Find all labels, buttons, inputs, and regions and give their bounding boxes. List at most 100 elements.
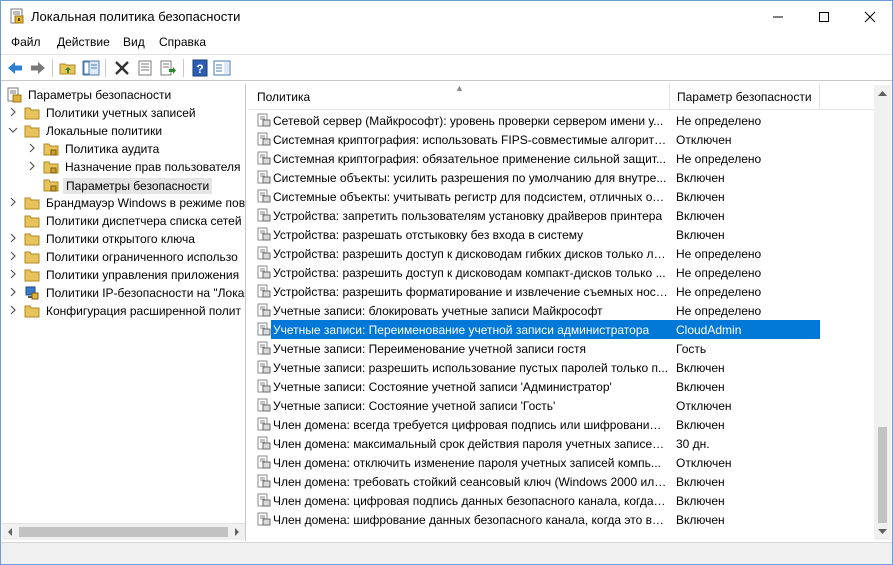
policy-row[interactable]: Системная криптография: обязательное при… <box>249 149 874 168</box>
delete-icon[interactable] <box>113 59 131 77</box>
menu-action[interactable]: Действие <box>57 35 110 49</box>
help-icon[interactable]: ? <box>191 59 209 77</box>
chevron-right-icon[interactable] <box>8 269 18 279</box>
show-hide-tree-icon[interactable] <box>82 59 100 77</box>
close-icon <box>864 11 876 23</box>
policy-name: Системные объекты: учитывать регистр для… <box>273 190 668 204</box>
policy-name: Системная криптография: использовать FIP… <box>273 133 668 147</box>
chevron-right-icon[interactable] <box>8 251 18 261</box>
policy-row[interactable]: Учетные записи: Состояние учетной записи… <box>249 396 874 415</box>
tree-label: Политики ограниченного использо <box>46 250 238 264</box>
tree-item-firewall[interactable]: Брандмауэр Windows в режиме пов <box>2 194 246 212</box>
list-vertical-scrollbar[interactable] <box>874 85 891 540</box>
tree-item-public-key[interactable]: Политики открытого ключа <box>2 230 245 248</box>
close-button[interactable] <box>847 1 893 31</box>
policy-row[interactable]: Устройства: разрешить доступ к дисковода… <box>249 244 874 263</box>
tree-label: Брандмауэр Windows в режиме пов <box>46 196 246 210</box>
policy-row[interactable]: Системные объекты: усилить разрешения по… <box>249 168 874 187</box>
scroll-up-icon[interactable] <box>878 90 887 96</box>
status-bar <box>1 542 892 564</box>
policy-row[interactable]: Устройства: разрешить доступ к дисковода… <box>249 263 874 282</box>
tree-horizontal-scrollbar[interactable] <box>2 523 245 540</box>
svg-text:?: ? <box>196 62 203 76</box>
tree-item-audit-policy[interactable]: Политика аудита <box>2 140 245 158</box>
policy-name: Член домена: отключить изменение пароля … <box>273 456 661 470</box>
tree-label: Политики учетных записей <box>46 106 196 120</box>
policy-row[interactable]: Член домена: отключить изменение пароля … <box>249 453 874 472</box>
tree-label: Политики IP-безопасности на "Лока <box>46 286 245 300</box>
tree-item-app-control[interactable]: Политики управления приложения <box>2 266 245 284</box>
chevron-down-icon[interactable] <box>8 125 18 135</box>
policy-row[interactable]: Учетные записи: Состояние учетной записи… <box>249 377 874 396</box>
tree-item-advanced-audit[interactable]: Конфигурация расширенной полит <box>2 302 245 320</box>
toolbar-separator <box>105 59 106 77</box>
action-pane-icon[interactable] <box>213 59 231 77</box>
column-divider[interactable] <box>819 84 820 110</box>
policy-row[interactable]: Член домена: шифрование данных безопасно… <box>249 510 874 529</box>
policy-row[interactable]: Сетевой сервер (Майкрософт): уровень про… <box>249 111 874 130</box>
scrollbar-thumb[interactable] <box>19 527 228 537</box>
column-policy[interactable]: Политика <box>257 90 310 104</box>
chevron-right-icon[interactable] <box>8 107 18 117</box>
policy-name: Учетные записи: Переименование учетной з… <box>273 323 650 337</box>
menu-view[interactable]: Вид <box>123 35 145 49</box>
policy-row[interactable]: Устройства: запретить пользователям уста… <box>249 206 874 225</box>
policy-name: Учетные записи: разрешить использование … <box>273 361 668 375</box>
policy-row[interactable]: Устройства: разрешать отстыковку без вхо… <box>249 225 874 244</box>
policy-value: Не определено <box>676 247 762 261</box>
tree-item-software-restriction[interactable]: Политики ограниченного использо <box>2 248 245 266</box>
tree-item-security-options[interactable]: Параметры безопасности <box>2 176 245 194</box>
export-list-icon[interactable] <box>159 59 177 77</box>
menu-file[interactable]: Файл <box>11 35 41 49</box>
folder-icon <box>24 269 40 282</box>
scroll-left-icon[interactable] <box>6 528 14 536</box>
column-divider[interactable] <box>669 84 670 110</box>
toolbar: ? <box>1 54 892 81</box>
policy-setting-icon <box>257 284 271 298</box>
policy-setting-icon <box>257 341 271 355</box>
chevron-right-icon[interactable] <box>8 197 18 207</box>
forward-arrow-icon[interactable] <box>29 59 47 77</box>
minimize-button[interactable] <box>755 1 801 31</box>
policy-row[interactable]: Учетные записи: блокировать учетные запи… <box>249 301 874 320</box>
title-bar[interactable]: Локальная политика безопасности <box>1 1 892 32</box>
policy-row[interactable]: Системная криптография: использовать FIP… <box>249 130 874 149</box>
scrollbar-thumb[interactable] <box>878 427 887 523</box>
policy-row[interactable]: Член домена: требовать стойкий сеансовый… <box>249 472 874 491</box>
policy-row[interactable]: Учетные записи: разрешить использование … <box>249 358 874 377</box>
chevron-right-icon[interactable] <box>27 143 37 153</box>
policy-row[interactable]: Член домена: максимальный срок действия … <box>249 434 874 453</box>
chevron-right-icon[interactable] <box>8 233 18 243</box>
chevron-right-icon[interactable] <box>8 305 18 315</box>
policy-row[interactable]: Учетные записи: Переименование учетной з… <box>249 339 874 358</box>
maximize-button[interactable] <box>801 1 847 31</box>
folder-icon <box>24 215 40 228</box>
scroll-right-icon[interactable] <box>233 528 241 536</box>
policy-value: Включен <box>676 228 725 242</box>
policy-row[interactable]: Системные объекты: учитывать регистр для… <box>249 187 874 206</box>
policy-name: Устройства: запретить пользователям уста… <box>273 209 663 223</box>
properties-icon[interactable] <box>136 59 154 77</box>
tree-item-ip-security[interactable]: Политики IP-безопасности на "Лока <box>2 284 245 302</box>
scroll-down-icon[interactable] <box>878 529 887 535</box>
policy-row[interactable]: Устройства: разрешить форматирование и и… <box>249 282 874 301</box>
toolbar-separator <box>52 59 53 77</box>
sort-up-icon: ▲ <box>455 84 464 93</box>
tree-item-local-policies[interactable]: Локальные политики <box>2 122 245 140</box>
policy-row[interactable]: Учетные записи: Переименование учетной з… <box>249 320 874 339</box>
tree-root[interactable]: Параметры безопасности <box>2 86 245 104</box>
policy-row[interactable]: Член домена: всегда требуется цифровая п… <box>249 415 874 434</box>
chevron-right-icon[interactable] <box>27 161 37 171</box>
chevron-right-icon[interactable] <box>8 287 18 297</box>
menu-help[interactable]: Справка <box>159 35 206 49</box>
tree-item-user-rights[interactable]: Назначение прав пользователя <box>2 158 245 176</box>
column-security-setting[interactable]: Параметр безопасности <box>677 90 812 104</box>
tree-item-account-policies[interactable]: Политики учетных записей <box>2 104 245 122</box>
policy-row[interactable]: Член домена: цифровая подпись данных без… <box>249 491 874 510</box>
back-arrow-icon[interactable] <box>6 59 24 77</box>
policy-value: Отключен <box>676 456 732 470</box>
security-policy-icon <box>10 8 24 24</box>
up-folder-icon[interactable] <box>59 59 77 77</box>
tree-item-network-list[interactable]: Политики диспетчера списка сетей <box>2 212 245 230</box>
policy-setting-icon <box>257 455 271 469</box>
